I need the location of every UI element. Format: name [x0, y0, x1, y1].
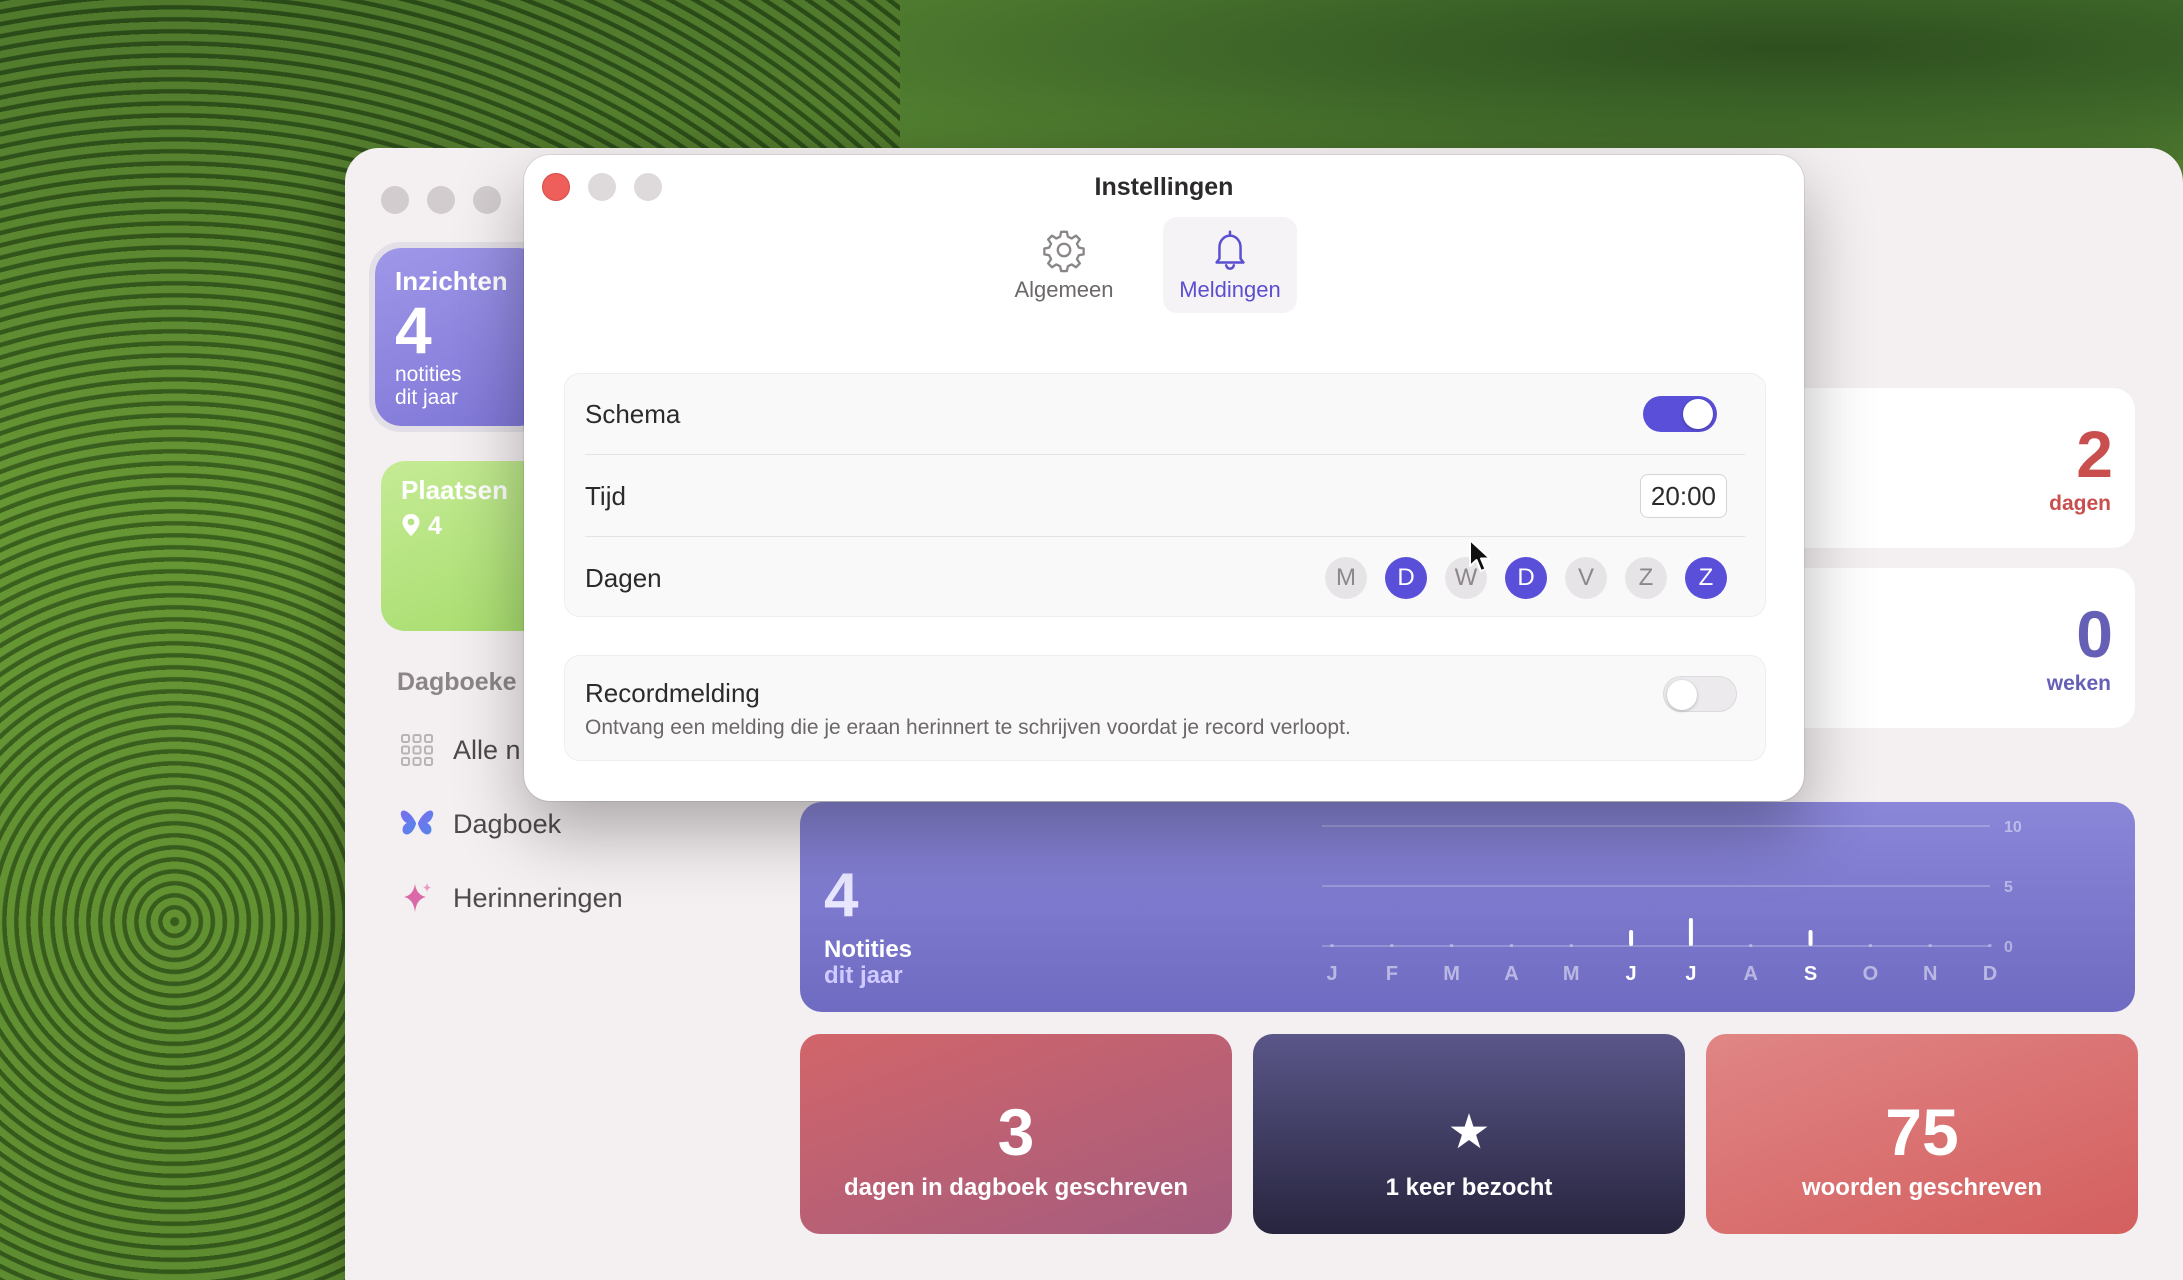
insights-sub1: notities	[395, 363, 462, 386]
streak-days-value: 2	[2076, 417, 2113, 491]
butterfly-icon	[397, 804, 437, 844]
places-title: Plaatsen	[401, 475, 508, 505]
chart-x-tick-label: S	[1804, 963, 1817, 985]
day-toggle-thu[interactable]: D	[1505, 557, 1547, 599]
divider	[585, 454, 1745, 455]
days-written-card[interactable]: 3 dagen in dagboek geschreven	[800, 1034, 1232, 1234]
tab-algemeen[interactable]: Algemeen	[997, 217, 1131, 313]
chart-x-tick-label: O	[1863, 963, 1879, 985]
bell-icon	[1215, 230, 1245, 270]
chart-y-tick-label: 10	[2004, 819, 2022, 836]
insights-count: 4	[395, 293, 432, 367]
chart-y-tick-label: 5	[2004, 879, 2013, 896]
chart-x-tick-label: M	[1563, 963, 1580, 985]
sparkle-icon	[397, 878, 437, 918]
tab-meldingen[interactable]: Meldingen	[1163, 217, 1297, 313]
chart-x-tick-label: N	[1923, 963, 1937, 985]
journals-heading: Dagboeke	[397, 668, 517, 696]
schema-label: Schema	[585, 398, 681, 429]
insights-sub2: dit jaar	[395, 386, 459, 409]
close-button[interactable]	[381, 186, 409, 214]
dagen-label: Dagen	[585, 562, 662, 593]
chart-bar	[1390, 944, 1394, 947]
chart-y-tick-label: 0	[2004, 939, 2013, 956]
notes-monthly-chart: 10 5 0 J F M A M J J A S O N D	[1322, 819, 2022, 985]
words-written-label: woorden geschreven	[1801, 1174, 2043, 1201]
days-written-value: 3	[997, 1095, 1035, 1169]
record-title: Recordmelding	[585, 678, 760, 708]
words-written-value: 75	[1885, 1095, 1959, 1169]
chart-x-tick-label: J	[1685, 963, 1696, 985]
record-group: Recordmelding Ontvang een melding die je…	[564, 655, 1766, 761]
chart-bar	[1928, 944, 1932, 947]
chart-x-tick-label: J	[1626, 963, 1637, 985]
visited-label: 1 keer bezocht	[1385, 1174, 1553, 1201]
notes-year-card[interactable]: 4 Notities dit jaar 10 5 0 J F M A M J J A S O N D	[800, 802, 2135, 1012]
chart-bar	[1688, 918, 1693, 946]
schema-toggle[interactable]	[1643, 396, 1717, 432]
dialog-title: Instellingen	[1094, 173, 1234, 201]
chart-bar	[1569, 944, 1573, 947]
chart-x-tick-label: D	[1983, 963, 1997, 985]
insights-card[interactable]: Inzichten 4 notities dit jaar	[369, 242, 551, 432]
chart-bar	[1749, 944, 1753, 947]
chart-x-tick-label: A	[1744, 963, 1758, 985]
streak-weeks-label: weken	[2046, 672, 2111, 695]
tijd-row: Tijd 20:00	[585, 456, 1745, 536]
dagen-row: Dagen M D W D V Z Z	[585, 538, 1745, 618]
divider	[585, 536, 1745, 537]
chart-bar	[1808, 930, 1813, 946]
tab-label: Meldingen	[1179, 277, 1281, 302]
record-description: Ontvang een melding die je eraan herinne…	[585, 716, 1351, 739]
chart-bar	[1509, 944, 1513, 947]
chart-bar	[1988, 944, 1992, 947]
window-controls	[381, 186, 501, 214]
chart-bar	[1330, 944, 1334, 947]
day-toggle-mon[interactable]: M	[1325, 557, 1367, 599]
streak-weeks-value: 0	[2076, 597, 2113, 671]
map-pin-icon	[402, 514, 420, 536]
gear-icon	[1043, 230, 1085, 273]
zoom-button[interactable]	[473, 186, 501, 214]
sidebar-item-label: Herinneringen	[453, 882, 623, 913]
chart-bar	[1868, 944, 1872, 947]
sidebar-item-label: Dagboek	[453, 808, 562, 839]
streak-days-label: dagen	[2049, 492, 2111, 515]
schema-row: Schema	[585, 374, 1745, 454]
day-toggle-sun[interactable]: Z	[1685, 557, 1727, 599]
time-field[interactable]: 20:00	[1639, 474, 1727, 518]
star-icon: ★	[1447, 1106, 1491, 1159]
places-count: 4	[427, 512, 442, 540]
chart-x-tick-label: F	[1386, 963, 1398, 985]
sidebar-item-label: Alle n	[453, 734, 521, 765]
day-toggle-sat[interactable]: Z	[1625, 557, 1667, 599]
wallpaper-foliage	[900, 0, 2183, 160]
tijd-label: Tijd	[585, 480, 626, 511]
day-selector: M D W D V Z Z	[1325, 557, 1727, 599]
chart-bar	[1629, 930, 1634, 946]
mouse-cursor-icon	[1469, 539, 1491, 572]
record-toggle[interactable]	[1663, 676, 1737, 712]
chart-x-tick-label: M	[1443, 963, 1460, 985]
minimize-button[interactable]	[427, 186, 455, 214]
day-toggle-tue[interactable]: D	[1385, 557, 1427, 599]
places-card[interactable]: Plaatsen 4	[381, 461, 545, 631]
places-count-row: 4	[401, 512, 525, 541]
day-toggle-fri[interactable]: V	[1565, 557, 1607, 599]
days-written-label: dagen in dagboek geschreven	[843, 1174, 1189, 1201]
chart-x-tick-label: A	[1504, 963, 1518, 985]
settings-dialog: Instellingen Algemeen Meldingen Schema T	[524, 155, 1804, 801]
chart-x-tick-label: J	[1326, 963, 1337, 985]
words-written-card[interactable]: 75 woorden geschreven	[1706, 1034, 2138, 1234]
schedule-group: Schema Tijd 20:00 Dagen M D W D V Z Z	[564, 373, 1766, 617]
visited-card[interactable]: ★ 1 keer bezocht	[1253, 1034, 1685, 1234]
chart-bar	[1450, 944, 1454, 947]
grid-icon	[397, 730, 437, 770]
tab-label: Algemeen	[1014, 277, 1114, 302]
